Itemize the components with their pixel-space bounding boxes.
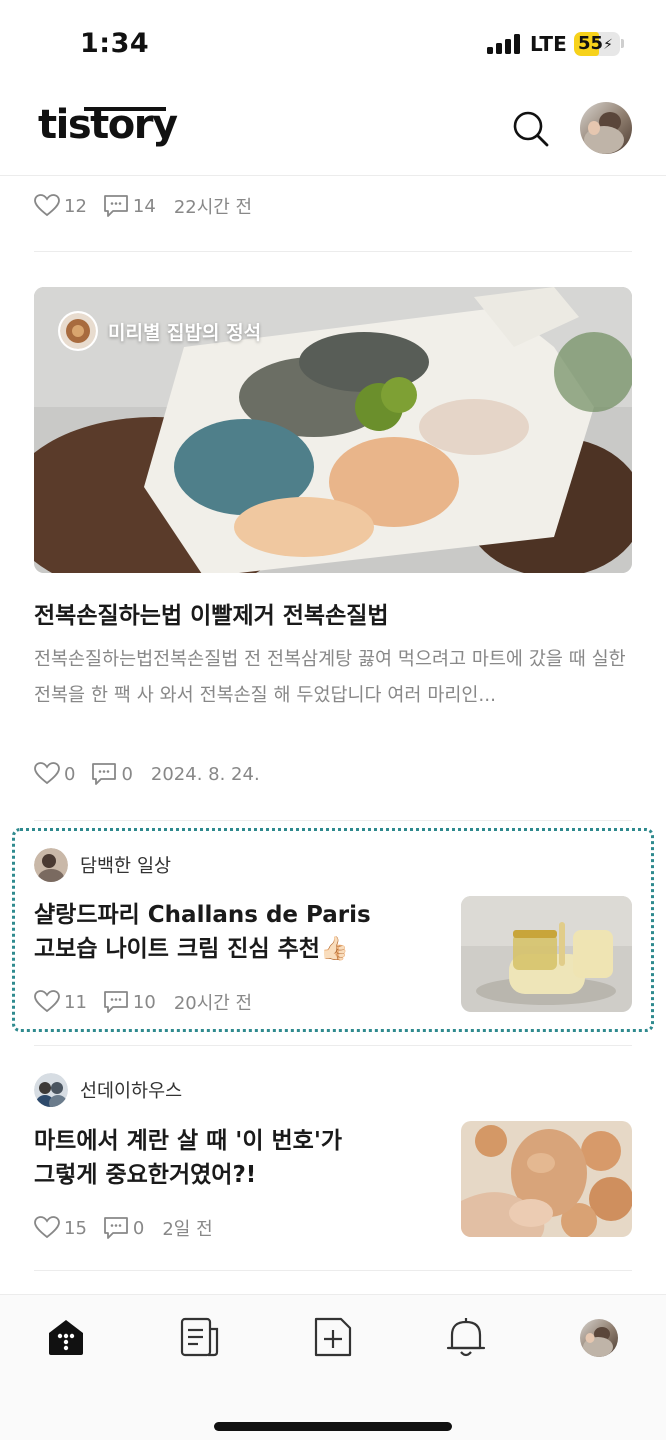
divider [34, 251, 632, 252]
like-count: 11 [64, 991, 87, 1013]
battery-tip [621, 39, 624, 48]
write-icon[interactable] [311, 1315, 355, 1359]
bell-icon[interactable] [444, 1315, 488, 1359]
comment-icon[interactable] [103, 1216, 129, 1240]
status-bar: 1:34 LTE 55⚡ [0, 0, 666, 90]
post-meta: 11 10 20시간 전 [34, 988, 252, 1016]
author-name: 선데이하우스 [80, 1081, 183, 1102]
featured-post-excerpt[interactable]: 전복손질하는법전복손질법 전 전복삼계탕 끓여 먹으려고 마트에 갔을 때 실한… [34, 642, 634, 714]
bottom-nav [0, 1294, 666, 1440]
feed-icon[interactable] [178, 1315, 222, 1359]
post-author[interactable]: 담백한 일상 [34, 848, 171, 882]
home-indicator [214, 1422, 452, 1431]
author-avatar [34, 1073, 68, 1107]
featured-blog-name: 미리별 집밥의 정석 [108, 321, 262, 344]
comment-count: 14 [132, 195, 156, 217]
egg-photo [461, 1121, 632, 1237]
post-author[interactable]: 선데이하우스 [34, 1073, 182, 1107]
comment-count: 0 [132, 1217, 145, 1239]
search-icon[interactable] [510, 108, 550, 148]
heart-icon[interactable] [34, 762, 60, 786]
featured-post-title[interactable]: 전복손질하는법 이빨제거 전복손질법 [34, 596, 389, 630]
post-title-line: 마트에서 계란 살 때 '이 번호'가 [34, 1128, 343, 1154]
profile-avatar[interactable] [580, 1319, 618, 1357]
prev-post-meta: 12 14 22시간 전 [34, 192, 252, 220]
divider [34, 1045, 632, 1046]
post-date: 2024. 8. 24. [150, 763, 260, 785]
battery-icon: 55⚡ [574, 32, 620, 56]
comment-count: 0 [121, 763, 133, 785]
divider [34, 1270, 632, 1271]
network-label: LTE [530, 32, 567, 56]
blog-avatar [58, 311, 98, 351]
post-date: 20시간 전 [173, 993, 253, 1014]
like-count: 12 [64, 195, 87, 217]
post-thumbnail[interactable] [461, 896, 632, 1012]
post-title[interactable]: 마트에서 계란 살 때 '이 번호'가 그렇게 중요한거였어?! [34, 1124, 434, 1192]
post-title-line: 그렇게 중요한거였어?! [34, 1162, 257, 1188]
comment-count: 10 [132, 991, 156, 1013]
post-title[interactable]: 샬랑드파리 Challans de Paris 고보습 나이트 크림 진심 추천… [34, 898, 434, 966]
comment-icon[interactable] [103, 194, 129, 218]
profile-avatar[interactable] [580, 102, 632, 154]
signal-icon [487, 34, 521, 54]
author-avatar [34, 848, 68, 882]
heart-icon[interactable] [34, 1216, 60, 1240]
comment-icon[interactable] [91, 762, 117, 786]
cream-jar-photo [461, 896, 632, 1012]
logo-bar [84, 107, 166, 111]
featured-post-meta: 0 0 2024. 8. 24. [34, 760, 260, 788]
post-title-line: 고보습 나이트 크림 진심 추천👍🏻 [34, 936, 349, 962]
post-date: 22시간 전 [173, 197, 253, 218]
like-count: 0 [64, 763, 76, 785]
battery-level: 55 [578, 33, 604, 54]
home-icon[interactable] [44, 1315, 88, 1359]
comment-icon[interactable] [103, 990, 129, 1014]
post-title-line: 샬랑드파리 Challans de Paris [34, 902, 371, 928]
heart-icon[interactable] [34, 990, 60, 1014]
app-header: tistory [0, 90, 666, 176]
featured-blog-tag[interactable]: 미리별 집밥의 정석 [58, 311, 261, 351]
post-date: 2일 전 [162, 1219, 213, 1240]
author-name: 담백한 일상 [80, 856, 171, 877]
like-count: 15 [64, 1217, 87, 1239]
featured-post-image[interactable]: 미리별 집밥의 정석 [34, 287, 632, 573]
status-time: 1:34 [80, 28, 150, 59]
divider [34, 820, 632, 821]
post-meta: 15 0 2일 전 [34, 1214, 213, 1242]
heart-icon[interactable] [34, 194, 60, 218]
post-thumbnail[interactable] [461, 1121, 632, 1237]
